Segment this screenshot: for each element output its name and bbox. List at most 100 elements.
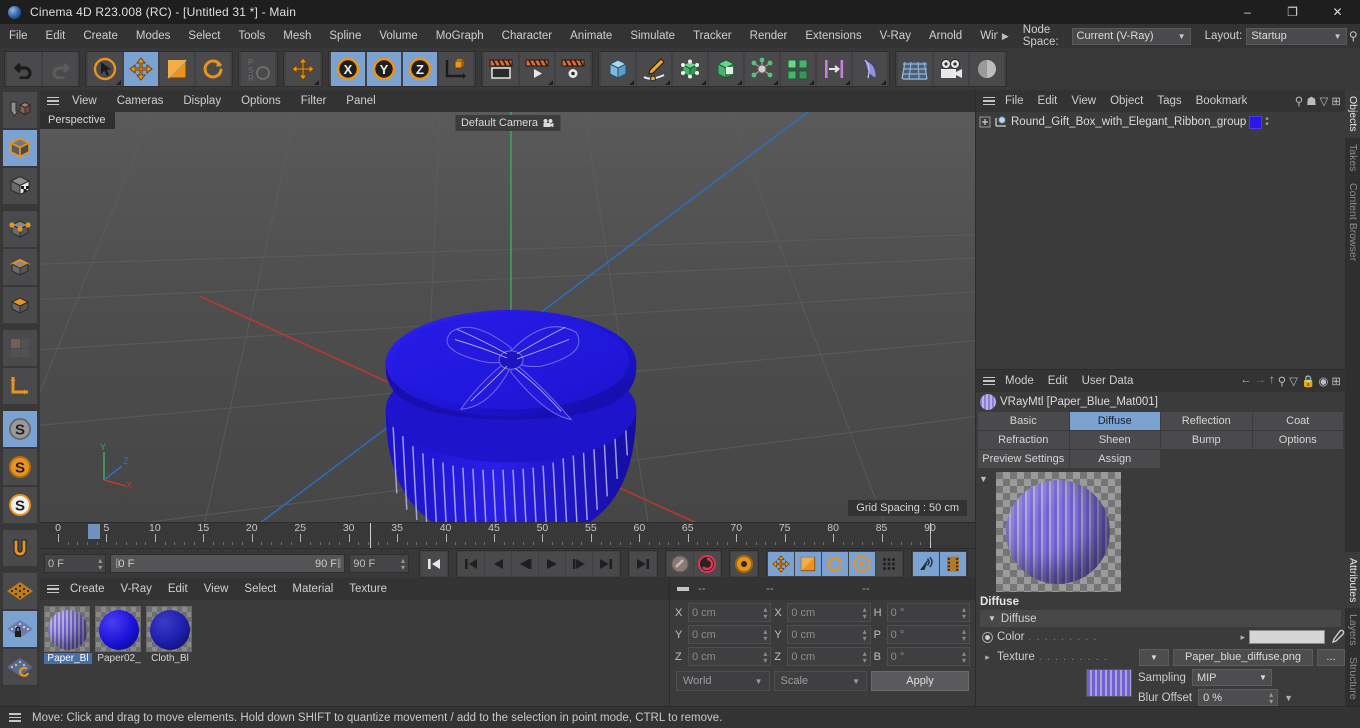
tag-dots-icon[interactable]: • • [1265,115,1269,130]
back-arrow-icon[interactable]: ← [1240,374,1252,388]
x-axis-icon[interactable]: X [331,52,365,86]
render-view-icon[interactable] [484,52,518,86]
menu-item-render[interactable]: Render [741,24,797,48]
target-icon[interactable]: ◉ [1318,374,1328,388]
object-world-icon[interactable] [439,52,473,86]
stepper-icon[interactable]: ▴ ▾ [863,649,867,664]
expand-icon[interactable] [979,116,991,128]
material-thumbnail[interactable] [44,606,90,652]
tab-preview-settings[interactable]: Preview Settings [978,450,1069,468]
menu-item-volume[interactable]: Volume [370,24,426,48]
go-to-end-button[interactable] [630,551,656,576]
vtab-layers[interactable]: Layers [1345,607,1360,652]
field-icon[interactable] [817,52,851,86]
object-row-gift-box[interactable]: Round_Gift_Box_with_Elegant_Ribbon_group… [976,112,1345,132]
up-arrow-icon[interactable]: ↑ [1269,374,1275,388]
menu-item-vray[interactable]: V-Ray [871,24,920,48]
viewport-menu-panel[interactable]: Panel [336,90,385,112]
render-queue-icon[interactable] [520,52,554,86]
range-grip-right-icon[interactable]: || [337,558,341,569]
chevron-right-icon[interactable]: ▸ [982,652,993,663]
material-item-paper-blue[interactable]: Paper_Bl [44,606,92,664]
material-item-cloth-blue[interactable]: Cloth_Bl [146,606,194,664]
object-list-area[interactable] [976,132,1345,369]
stepper-icon[interactable]: ▴ ▾ [962,627,966,642]
eyedropper-icon[interactable] [1329,629,1345,645]
viewport-menu-cameras[interactable]: Cameras [107,90,174,112]
light-icon[interactable] [853,52,887,86]
key-scale-button[interactable] [795,551,821,576]
stepper-icon[interactable]: ▴ ▾ [863,605,867,620]
menu-item-tracker[interactable]: Tracker [684,24,741,48]
stepper-icon[interactable]: ▴ ▾ [1269,690,1273,705]
color-swatch[interactable] [1249,630,1325,644]
go-to-start-button[interactable] [421,551,447,576]
attributes-menu-icon[interactable] [980,376,998,386]
world-axis-s-icon[interactable]: S [3,487,37,523]
rotate-icon[interactable] [196,52,230,86]
object-menu-tags[interactable]: Tags [1150,90,1188,112]
material-item-paper02[interactable]: Paper02_ [95,606,143,664]
search-icon[interactable]: ⚲ [1347,29,1360,43]
attributes-menu-user-data[interactable]: User Data [1075,370,1141,392]
tab-basic[interactable]: Basic [978,412,1069,430]
stepper-icon[interactable]: ▴ ▾ [401,556,405,571]
viewport-menu-options[interactable]: Options [231,90,291,112]
stepper-icon[interactable]: ▴ ▾ [962,649,966,664]
planar-workplane-icon[interactable] [3,649,37,685]
menu-item-character[interactable]: Character [493,24,562,48]
viewport-camera-label[interactable]: Default Camera [454,115,561,131]
move-icon[interactable] [124,52,158,86]
key-point-level-button[interactable] [876,551,902,576]
menu-item-create[interactable]: Create [74,24,127,48]
menu-item-window[interactable]: Wind [971,24,998,48]
diffuse-group-header[interactable]: ▼ Diffuse [980,610,1341,627]
autokey-button[interactable] [667,551,693,576]
tab-coat[interactable]: Coat [1252,412,1343,430]
key-position-button[interactable] [768,551,794,576]
viewport-3d[interactable]: Perspective Default Camera Grid Spacing … [40,112,975,522]
material-preview[interactable] [996,472,1121,592]
material-menu-select[interactable]: Select [236,578,284,600]
material-menu-create[interactable]: Create [62,578,113,600]
object-menu-bookmarks[interactable]: Bookmarks [1189,90,1247,112]
size-z-field[interactable]: 0 cm ▴ ▾ [787,647,871,666]
previous-key-button[interactable] [458,551,484,576]
texture-filename-field[interactable]: Paper_blue_diffuse.png [1173,648,1313,666]
material-menu-texture[interactable]: Texture [341,578,395,600]
stepper-icon[interactable]: ▴ ▾ [763,605,767,620]
blur-offset-field[interactable]: 0 % ▴ ▾ [1198,689,1279,706]
play-button[interactable] [539,551,565,576]
lock-workplane-icon[interactable] [3,611,37,647]
redo-icon[interactable] [43,52,77,86]
menu-item-arnold[interactable]: Arnold [920,24,971,48]
object-menu-icon[interactable] [980,96,998,106]
timeline-current-marker[interactable] [88,524,100,539]
key-rotation-button[interactable] [822,551,848,576]
stepper-icon[interactable]: ▴ ▾ [962,605,966,620]
close-button[interactable]: ✕ [1315,0,1360,24]
mograph-cloner-icon[interactable] [781,52,815,86]
minimize-button[interactable]: – [1225,0,1270,24]
edge-mode-icon[interactable] [3,249,37,285]
cube-primitive-icon[interactable] [601,52,635,86]
material-menu-edit[interactable]: Edit [160,578,196,600]
viewport-menu-display[interactable]: Display [173,90,231,112]
current-frame-field[interactable]: 0 F ▴ ▾ [44,554,107,573]
menu-item-animate[interactable]: Animate [561,24,621,48]
scale-icon[interactable] [160,52,194,86]
vtab-content-browser[interactable]: Content Browser [1345,177,1360,268]
vtab-objects[interactable]: Objects [1345,90,1360,138]
texture-type-select[interactable]: ▼ [1139,648,1169,666]
filter-icon[interactable]: ▽ [1289,374,1298,388]
attributes-menu-edit[interactable]: Edit [1041,370,1075,392]
menu-item-tools[interactable]: Tools [229,24,274,48]
object-menu-object[interactable]: Object [1103,90,1150,112]
menu-item-select[interactable]: Select [179,24,229,48]
search-icon[interactable]: ⚲ [1295,94,1303,108]
add-icon[interactable]: ⊞ [1331,374,1341,388]
key-parameter-button[interactable]: P [849,551,875,576]
stepper-icon[interactable]: ▴ ▾ [98,556,102,571]
render-settings-icon[interactable] [556,52,590,86]
axis-mode-icon[interactable] [3,368,37,404]
